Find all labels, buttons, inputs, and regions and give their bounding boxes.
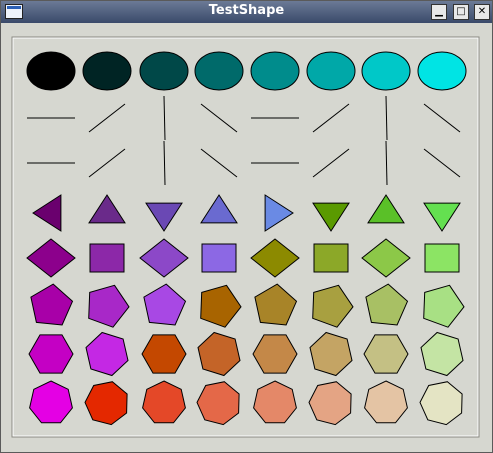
triangle-shape: [200, 194, 238, 224]
frame-outer: [11, 36, 480, 438]
line-shape: [200, 103, 238, 133]
ellipse-shape: [139, 51, 189, 91]
pentagon-shape: [143, 283, 187, 326]
hexagon-shape: [85, 331, 129, 377]
line-shape: [312, 103, 350, 133]
heptagon-shape: [196, 381, 240, 426]
hexagon-shape: [141, 334, 187, 374]
triangle-shape: [145, 202, 183, 232]
pentagon-shape: [423, 284, 465, 328]
minimize-button[interactable]: ▁: [431, 4, 447, 20]
line-shape: [312, 148, 350, 178]
pentagon-shape: [30, 283, 74, 326]
diamond-shape: [26, 238, 76, 278]
line-shape: [163, 95, 166, 141]
hexagon-shape: [420, 331, 464, 377]
line-shape: [163, 140, 166, 186]
heptagon-shape: [308, 381, 352, 426]
maximize-button[interactable]: □: [453, 4, 469, 20]
drawing-canvas: [11, 36, 480, 438]
ellipse-shape: [82, 51, 132, 91]
pentagon-shape: [312, 284, 354, 328]
frame-inner: [12, 37, 479, 437]
square-shape: [424, 243, 460, 273]
application-window: TestShape ▁ □ ✕: [0, 0, 493, 453]
triangle-shape: [312, 202, 350, 232]
triangle-shape: [264, 194, 294, 232]
close-button[interactable]: ✕: [474, 4, 490, 20]
triangle-shape: [88, 194, 126, 224]
hexagon-shape: [252, 334, 298, 374]
triangle-shape: [423, 202, 461, 232]
line-shape: [88, 103, 126, 133]
line-shape: [88, 148, 126, 178]
line-shape: [385, 140, 388, 186]
window-title: TestShape: [208, 3, 285, 18]
hexagon-shape: [28, 334, 74, 374]
triangle-shape: [32, 194, 62, 232]
diamond-shape: [361, 238, 411, 278]
line-shape: [200, 148, 238, 178]
hexagon-shape: [309, 331, 353, 377]
square-shape: [89, 243, 125, 273]
title-bar[interactable]: TestShape ▁ □ ✕: [1, 1, 492, 23]
pentagon-shape: [365, 283, 409, 326]
ellipse-shape: [26, 51, 76, 91]
square-shape: [201, 243, 237, 273]
hexagon-shape: [197, 331, 241, 377]
pentagon-shape: [254, 283, 298, 326]
hexagon-shape: [363, 334, 409, 374]
square-shape: [313, 243, 349, 273]
diamond-shape: [250, 238, 300, 278]
ellipse-shape: [417, 51, 467, 91]
diamond-shape: [139, 238, 189, 278]
heptagon-shape: [419, 381, 463, 426]
line-shape: [423, 148, 461, 178]
heptagon-shape: [142, 380, 186, 424]
ellipse-shape: [361, 51, 411, 91]
heptagon-shape: [253, 380, 297, 424]
heptagon-shape: [29, 380, 73, 424]
pentagon-shape: [200, 284, 242, 328]
line-shape: [385, 95, 388, 141]
ellipse-shape: [250, 51, 300, 91]
line-shape: [423, 103, 461, 133]
heptagon-shape: [84, 381, 128, 426]
pentagon-shape: [88, 284, 130, 328]
triangle-shape: [367, 194, 405, 224]
ellipse-shape: [194, 51, 244, 91]
heptagon-shape: [364, 380, 408, 424]
ellipse-shape: [306, 51, 356, 91]
